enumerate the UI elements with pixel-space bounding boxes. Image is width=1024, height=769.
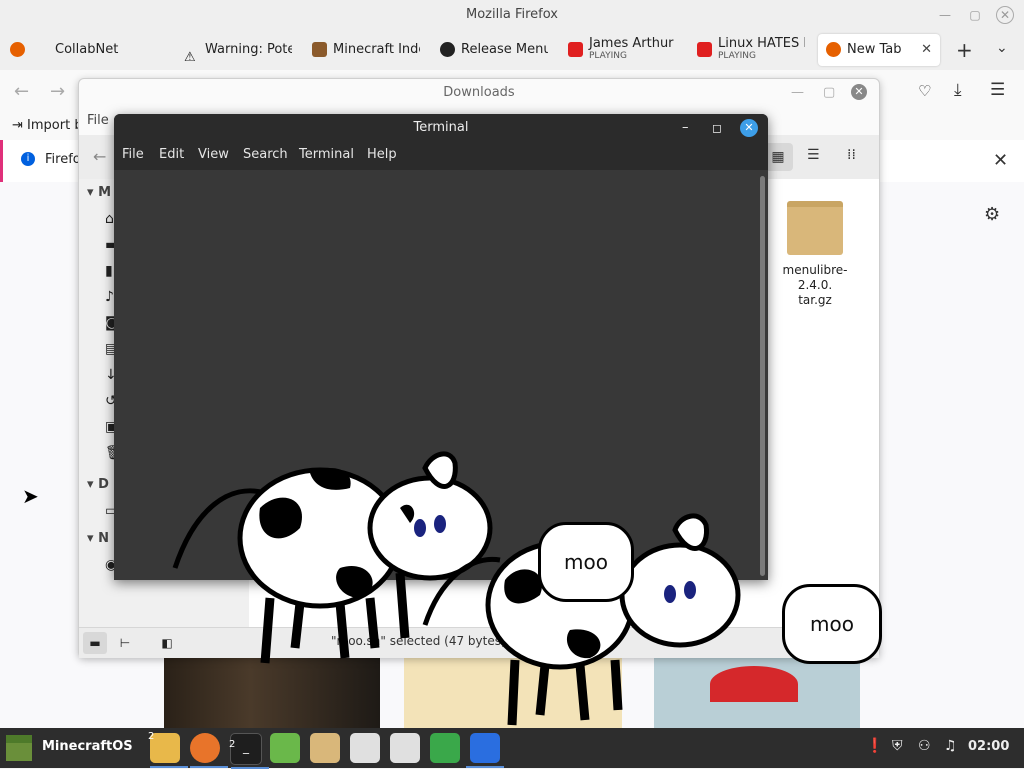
gear-icon[interactable]: ⚙ bbox=[984, 204, 1000, 225]
tab-collabnet[interactable]: CollabNet bbox=[55, 34, 165, 66]
list-view-icon[interactable]: ☰ bbox=[807, 147, 820, 163]
files-app-icon[interactable]: 2 bbox=[148, 731, 188, 768]
file-item-menulibre[interactable]: menulibre-2.4.0. tar.gz bbox=[767, 201, 863, 308]
mint-icon[interactable] bbox=[270, 733, 300, 763]
expander-icon: ▾ bbox=[87, 185, 94, 200]
package-icon[interactable] bbox=[390, 733, 420, 763]
back-arrow-icon[interactable]: ← bbox=[14, 81, 29, 102]
show-places-icon[interactable]: ▬ bbox=[83, 632, 107, 654]
firefox-title-bar: Mozilla Firefox — ▢ ✕ bbox=[0, 0, 1024, 30]
firefox-view-button[interactable] bbox=[10, 34, 30, 66]
minecraft-block-icon bbox=[6, 735, 32, 761]
close-notice-icon[interactable]: ✕ bbox=[993, 150, 1008, 171]
close-tab-icon[interactable]: ✕ bbox=[921, 34, 932, 66]
tab-james-arthur[interactable]: James Arthur PLAYING bbox=[568, 34, 680, 66]
clock[interactable]: 02:00 bbox=[968, 739, 1009, 754]
window-title: Mozilla Firefox bbox=[466, 7, 558, 22]
minecraft-icon bbox=[312, 42, 327, 57]
download-icon[interactable]: ⤓ bbox=[954, 80, 962, 100]
tab-new-tab[interactable]: New Tab ✕ bbox=[818, 34, 940, 66]
menu-hamburger-icon[interactable]: ☰ bbox=[990, 80, 1005, 100]
music-icon[interactable]: ♫ bbox=[944, 738, 957, 754]
tab-strip: CollabNet ⚠Warning: Pote Minecraft Inde … bbox=[0, 30, 1024, 70]
home-icon[interactable]: ⌂ bbox=[105, 211, 114, 227]
tab-linux-hates[interactable]: Linux HATES M PLAYING bbox=[697, 34, 805, 66]
tab-minecraft[interactable]: Minecraft Inde bbox=[312, 34, 420, 66]
firefox-app-icon[interactable] bbox=[190, 733, 228, 768]
menu-terminal[interactable]: Terminal bbox=[299, 147, 354, 162]
documents-icon[interactable]: ▮ bbox=[105, 263, 113, 279]
github-icon bbox=[440, 42, 455, 57]
maximize-icon[interactable]: ▢ bbox=[966, 6, 984, 24]
menu-search[interactable]: Search bbox=[243, 147, 288, 162]
package-icon[interactable] bbox=[350, 733, 380, 763]
minimize-icon[interactable]: – bbox=[682, 114, 689, 142]
archive-icon bbox=[787, 201, 843, 255]
menu-edit[interactable]: Edit bbox=[159, 147, 184, 162]
music-icon[interactable]: ♪ bbox=[105, 289, 114, 305]
terminal-app-icon[interactable]: 2 _ bbox=[229, 733, 269, 769]
minimize-icon[interactable]: — bbox=[936, 6, 954, 24]
terminal-menubar: File Edit View Search Terminal Help bbox=[114, 142, 768, 170]
menu-file[interactable]: File bbox=[122, 147, 144, 162]
shield-icon[interactable] bbox=[430, 733, 460, 763]
maximize-icon[interactable]: ▢ bbox=[823, 79, 835, 107]
import-icon: ⇥ bbox=[12, 118, 23, 133]
info-icon: i bbox=[21, 152, 35, 166]
maximize-icon[interactable]: ◻ bbox=[712, 114, 722, 142]
back-arrow-icon[interactable]: ← bbox=[93, 147, 106, 166]
terminal-title-bar: Terminal – ◻ ✕ bbox=[114, 114, 768, 142]
shield-icon[interactable]: ⛨ bbox=[892, 738, 903, 754]
network-icon[interactable]: ⚇ bbox=[918, 738, 931, 754]
notification-icon[interactable]: ❗ bbox=[866, 738, 883, 754]
speech-bubble: moo bbox=[538, 522, 634, 602]
terminal-scrollbar[interactable] bbox=[760, 176, 765, 576]
close-icon[interactable]: ✕ bbox=[996, 6, 1014, 24]
menu-view[interactable]: View bbox=[198, 147, 229, 162]
pocket-icon[interactable]: ♡ bbox=[918, 82, 931, 100]
import-bookmarks-link[interactable]: ⇥ Import b bbox=[12, 118, 83, 133]
minimize-icon[interactable]: — bbox=[791, 79, 804, 107]
close-icon[interactable]: ✕ bbox=[740, 119, 758, 137]
expander-icon: ▾ bbox=[87, 477, 94, 492]
start-menu-button[interactable]: MinecraftOS bbox=[4, 732, 140, 764]
menu-file[interactable]: File bbox=[87, 113, 109, 128]
downloads-title-bar: Downloads — ▢ ✕ bbox=[79, 79, 879, 107]
archive-manager-icon[interactable] bbox=[310, 733, 340, 763]
tab-release-menu[interactable]: Release Menu bbox=[440, 34, 548, 66]
compact-view-icon[interactable]: ⁞⁞ bbox=[847, 147, 856, 163]
warning-icon: ⚠ bbox=[184, 50, 196, 65]
speech-bubble: moo bbox=[782, 584, 882, 664]
taskbar: MinecraftOS 2 2 _ ❗ ⛨ ⚇ ♫ 02:00 bbox=[0, 728, 1024, 769]
firefox-icon bbox=[826, 42, 841, 57]
tab-warning[interactable]: ⚠Warning: Pote bbox=[184, 34, 292, 66]
show-tree-icon[interactable]: ⊢ bbox=[113, 632, 137, 654]
close-icon[interactable]: ✕ bbox=[851, 84, 867, 100]
chevron-down-icon[interactable]: ⌄ bbox=[996, 40, 1008, 56]
youtube-icon bbox=[697, 42, 712, 57]
expander-icon: ▾ bbox=[87, 531, 94, 546]
mouse-cursor-icon: ➤ bbox=[22, 484, 39, 508]
forward-arrow-icon[interactable]: → bbox=[50, 81, 65, 102]
youtube-icon bbox=[568, 42, 583, 57]
firefox-icon bbox=[10, 42, 25, 57]
menu-help[interactable]: Help bbox=[367, 147, 397, 162]
new-tab-plus-icon[interactable]: + bbox=[956, 38, 973, 62]
accessibility-icon[interactable] bbox=[466, 733, 504, 768]
